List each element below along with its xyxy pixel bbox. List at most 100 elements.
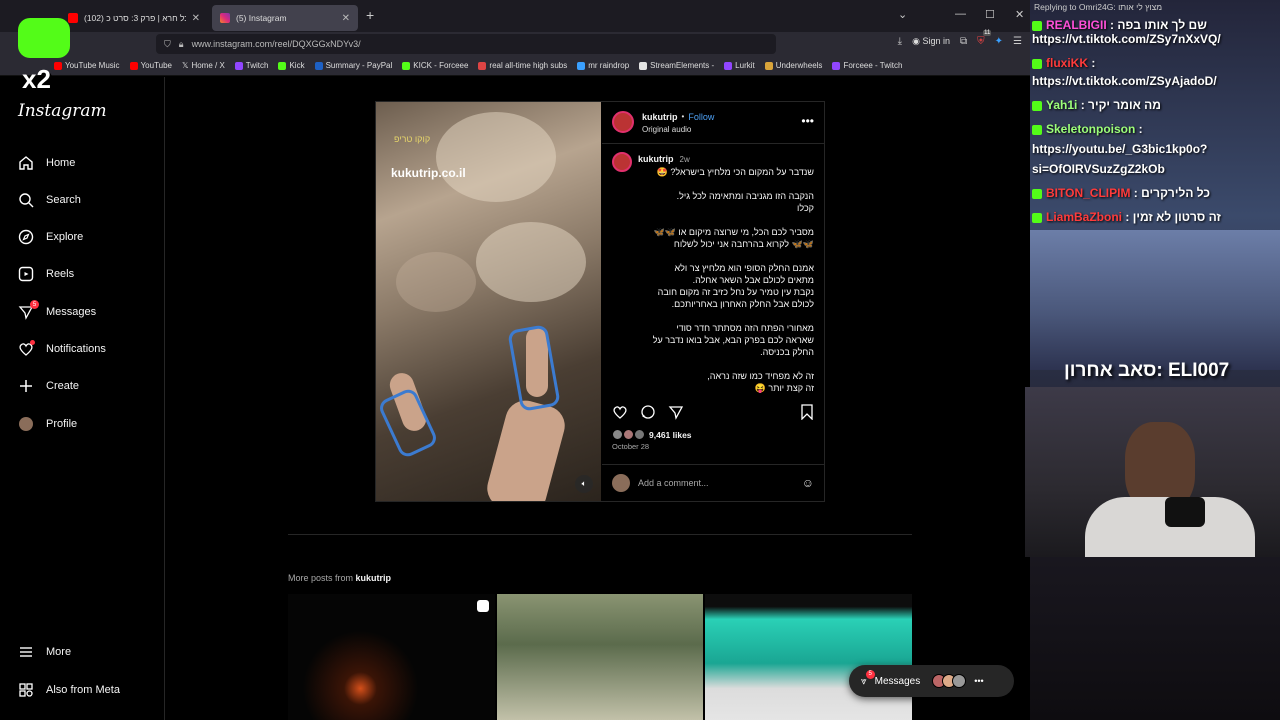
caption-gap	[638, 250, 814, 262]
bookmark-item[interactable]: 𝕏 Home / X	[182, 61, 225, 70]
tab-instagram[interactable]: (5) Instagram ✕	[212, 5, 358, 31]
chat-username: REALBIGII	[1046, 18, 1107, 32]
toolbar-icons: ⤓ ◉ Sign in ⧉ ⛨ 11 ✦ ☰	[898, 30, 1022, 47]
ublock-icon[interactable]: ⛨ 11	[977, 30, 992, 47]
tab-title: (102) הכל חרא | פרק 3: סרט כ	[84, 13, 186, 23]
reel-indicator-icon	[476, 600, 489, 612]
grid-post[interactable]	[705, 594, 913, 720]
more-icon: •••	[974, 676, 984, 686]
new-tab-button[interactable]: +	[366, 7, 374, 23]
instagram-logo[interactable]: Instagram	[18, 101, 107, 121]
bookmark-item[interactable]: Summary - PayPal	[314, 61, 393, 70]
menu-icon[interactable]: ☰	[1013, 36, 1022, 47]
comment-box: Add a comment... ☺	[602, 464, 824, 501]
sidebar-item-profile[interactable]: Profile	[18, 416, 77, 432]
mute-button[interactable]: 🔈︎	[575, 475, 593, 493]
messenger-icon: 5	[18, 300, 39, 320]
minimize-button[interactable]: —	[955, 8, 966, 20]
grid-post[interactable]	[496, 594, 704, 720]
close-tab-icon[interactable]: ✕	[192, 13, 200, 24]
sidebar-item-explore[interactable]: Explore	[18, 229, 83, 245]
author-username[interactable]: kukutrip	[642, 112, 678, 122]
close-window-button[interactable]: ✕	[1015, 8, 1024, 21]
bookmark-label: Summary - PayPal	[325, 61, 393, 70]
bookmark-item[interactable]: YouTube Music	[54, 61, 120, 70]
bookmark-item[interactable]: Twitch	[234, 61, 268, 70]
messages-badge: 5	[865, 669, 875, 679]
tab-list-icon[interactable]: ⌄	[898, 8, 907, 21]
maximize-button[interactable]: ☐	[985, 8, 995, 21]
lurkit-icon	[724, 61, 733, 70]
more-options-icon[interactable]: •••	[801, 114, 814, 128]
author-avatar[interactable]	[612, 111, 634, 133]
bookmark-item[interactable]: StreamElements -	[639, 61, 714, 70]
extensions-icon[interactable]: ⧉	[960, 36, 967, 47]
twitch-icon	[234, 61, 243, 70]
bookmark-item[interactable]: Forceee - Twitch	[832, 61, 902, 70]
chat-message: https://vt.tiktok.com/ZSy7nXxVQ/	[1032, 32, 1280, 46]
caption-avatar[interactable]	[612, 152, 632, 172]
chat-username: Yah1i	[1046, 98, 1078, 112]
sidebar-item-more[interactable]: More	[18, 644, 71, 660]
bookmark-item[interactable]: Lurkit	[724, 61, 755, 70]
instagram-page: Instagram Home Search Explore Reels 5 Me…	[0, 77, 1030, 720]
emoji-icon[interactable]: ☺	[802, 476, 814, 490]
chat-text: https://vt.tiktok.com/ZSy7nXxVQ/	[1032, 32, 1221, 46]
sidebar-item-notifications[interactable]: Notifications	[18, 340, 106, 357]
download-icon[interactable]: ⤓	[898, 36, 902, 47]
cave-rock	[436, 112, 556, 202]
post-header: kukutrip • Follow Original audio •••	[602, 102, 824, 144]
caption-username[interactable]: kukutrip	[638, 154, 674, 164]
sidebar-item-create[interactable]: Create	[18, 378, 79, 394]
share-icon[interactable]	[668, 404, 684, 423]
sidebar-item-reels[interactable]: Reels	[18, 266, 74, 282]
close-tab-icon[interactable]: ✕	[342, 13, 350, 24]
chat-message: https://youtu.be/_G3bic1kp0o?	[1032, 142, 1280, 156]
bookmark-item[interactable]: real all-time high subs	[478, 61, 567, 70]
youtube-icon	[478, 61, 487, 70]
likes-row[interactable]: 9,461 likes	[612, 429, 692, 440]
meta-grid-icon	[18, 682, 34, 698]
caption-line: מסביר לכם הכל, מי שרוצה מיקום או 🦋🦋	[653, 227, 814, 237]
grid-post[interactable]	[288, 594, 495, 720]
follow-button[interactable]: Follow	[688, 112, 714, 122]
sidebar-item-messages[interactable]: 5 Messages	[18, 300, 96, 320]
lock-icon[interactable]: 🔒︎	[179, 39, 184, 50]
chat-avatar	[952, 674, 967, 688]
bookmarks-bar: YouTube Music YouTube 𝕏 Home / X Twitch K…	[0, 56, 1030, 76]
bookmark-item[interactable]: YouTube	[129, 61, 172, 70]
kick-icon	[402, 61, 411, 70]
chat-colon: :	[1106, 18, 1115, 32]
caption-line: אמנם החלק הסופי הוא מלחיץ צר ולא	[674, 263, 814, 273]
search-icon	[18, 192, 34, 208]
extension-icon[interactable]: ✦	[995, 36, 1003, 47]
tab-youtube[interactable]: (102) הכל חרא | פרק 3: סרט כ ✕	[60, 5, 208, 31]
url-bar[interactable]: ⛉ 🔒︎ www.instagram.com/reel/DQXGGxNDYv3/	[156, 34, 776, 54]
like-heart-icon[interactable]	[612, 404, 628, 423]
streamelements-icon	[639, 61, 648, 70]
original-audio[interactable]: Original audio	[642, 125, 691, 134]
comment-icon[interactable]	[640, 404, 656, 423]
instagram-favicon-icon	[220, 13, 230, 23]
comment-input[interactable]: Add a comment...	[638, 478, 709, 488]
bookmark-item[interactable]: Underwheels	[764, 61, 822, 70]
bookmark-item[interactable]: Kick	[278, 61, 305, 70]
sign-in-button[interactable]: ◉ Sign in	[912, 36, 950, 47]
sidebar-item-search[interactable]: Search	[18, 192, 81, 208]
sidebar-item-also-from-meta[interactable]: Also from Meta	[18, 682, 120, 698]
bookmark-label: YouTube	[140, 61, 172, 70]
video-watermark: kukutrip.co.il	[391, 166, 466, 180]
last-sub-label: סאב אחרון: ELI007	[1064, 360, 1230, 381]
reel-video[interactable]: קוקו טריפ kukutrip.co.il 🔈︎	[376, 102, 601, 501]
reply-header: Replying to Omri24G: מצוץ לי אותו	[1034, 2, 1163, 12]
more-posts-user[interactable]: kukutrip	[356, 573, 392, 583]
youtube-icon	[68, 13, 78, 23]
more-posts-grid	[288, 594, 913, 720]
save-bookmark-icon[interactable]	[800, 403, 814, 423]
twitch-icon	[832, 61, 841, 70]
shield-icon[interactable]: ⛉	[164, 39, 171, 50]
sidebar-item-home[interactable]: Home	[18, 155, 75, 171]
bookmark-item[interactable]: mr raindrop	[577, 61, 629, 70]
messages-floating-button[interactable]: ⩔ 5 Messages •••	[849, 665, 1014, 697]
bookmark-item[interactable]: KICK - Forceee	[402, 61, 468, 70]
